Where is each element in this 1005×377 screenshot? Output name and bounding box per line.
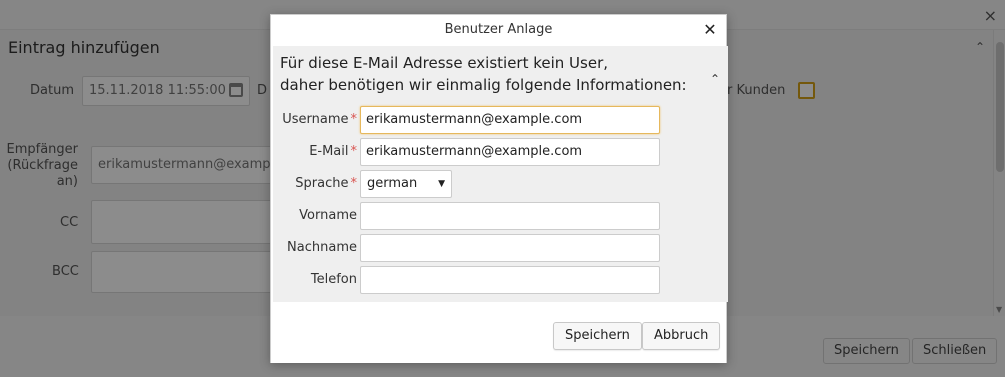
username-row: Username * erikamustermann@example.com	[273, 106, 728, 134]
username-input[interactable]: erikamustermann@example.com	[360, 106, 660, 134]
sprache-select[interactable]: german ▼	[360, 170, 452, 198]
cancel-button[interactable]: Abbruch	[642, 322, 721, 350]
sprache-label: Sprache *	[295, 170, 357, 198]
section-title: Für diese E-Mail Adresse existiert kein …	[280, 52, 687, 96]
sprache-label-text: Sprache	[295, 176, 349, 191]
telefon-label: Telefon	[310, 272, 357, 287]
email-row: E-Mail * erikamustermann@example.com	[273, 138, 728, 166]
telefon-input[interactable]	[360, 266, 660, 294]
vorname-input[interactable]	[360, 202, 660, 230]
vorname-row: Vorname	[273, 202, 728, 230]
required-marker: *	[350, 112, 358, 127]
dialog-footer: Speichern Abbruch	[271, 303, 726, 363]
chevron-down-icon: ▼	[438, 179, 445, 189]
sprache-row: Sprache * german ▼	[273, 170, 728, 198]
email-label-text: E-Mail	[309, 144, 349, 159]
email-input[interactable]: erikamustermann@example.com	[360, 138, 660, 166]
sprache-selected-value: german	[367, 176, 418, 191]
username-label: Username *	[282, 106, 357, 134]
telefon-row: Telefon	[273, 266, 728, 294]
section-collapse-icon[interactable]: ⌃	[710, 72, 720, 86]
email-label: E-Mail *	[309, 138, 357, 166]
nachname-input[interactable]	[360, 234, 660, 262]
required-marker: *	[350, 144, 358, 159]
required-marker: *	[350, 176, 358, 191]
close-icon[interactable]: ✕	[700, 19, 720, 41]
nachname-row: Nachname	[273, 234, 728, 262]
nachname-label: Nachname	[287, 240, 357, 255]
dialog-header: Benutzer Anlage ✕	[271, 15, 726, 45]
section-title-line2: daher benötigen wir einmalig folgende In…	[280, 76, 687, 94]
dialog-title: Benutzer Anlage	[444, 22, 553, 37]
username-label-text: Username	[282, 112, 349, 127]
vorname-label: Vorname	[299, 208, 357, 223]
user-creation-dialog: Benutzer Anlage ✕ Für diese E-Mail Adres…	[270, 14, 728, 363]
section-title-line1: Für diese E-Mail Adresse existiert kein …	[280, 54, 609, 72]
save-button[interactable]: Speichern	[553, 322, 642, 350]
dialog-body: Für diese E-Mail Adresse existiert kein …	[273, 46, 728, 302]
